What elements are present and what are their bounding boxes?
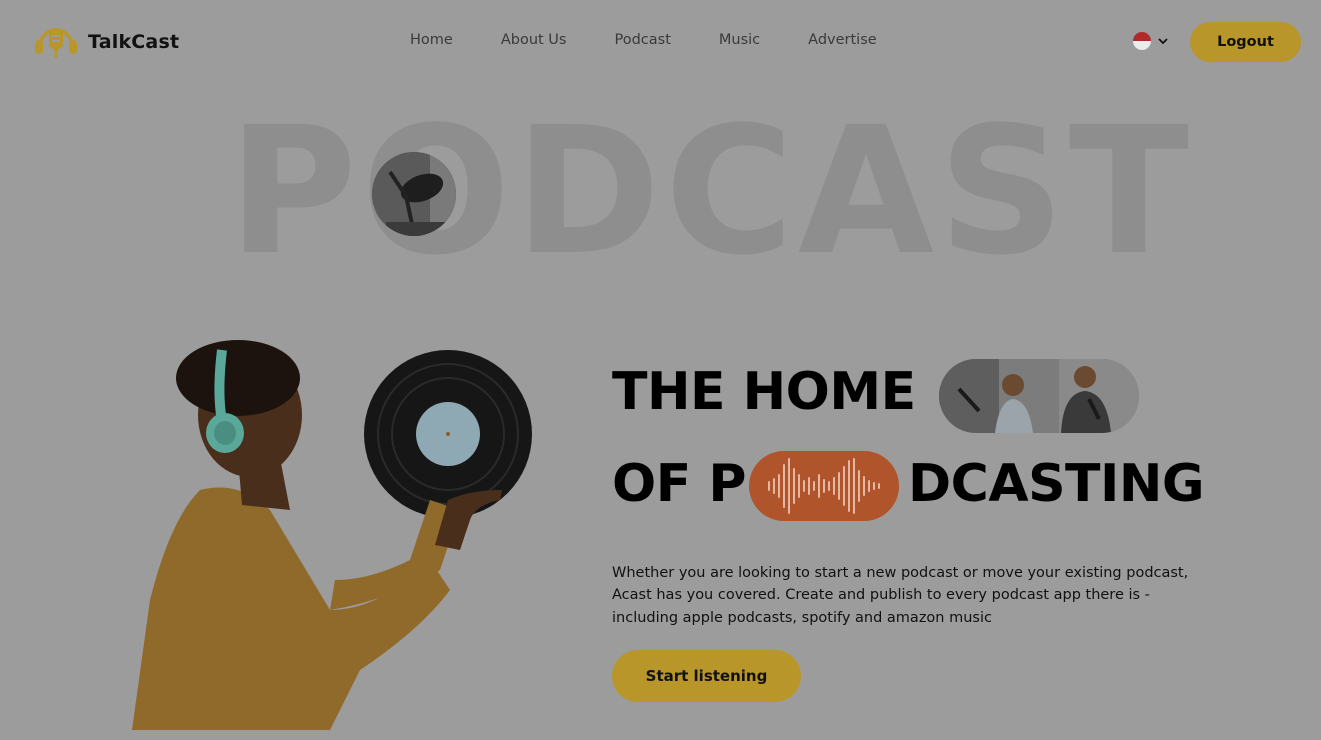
- brand-logo[interactable]: TalkCast: [34, 24, 179, 60]
- nav-about-us[interactable]: About Us: [501, 32, 567, 48]
- nav-podcast[interactable]: Podcast: [614, 32, 670, 48]
- nav-music[interactable]: Music: [719, 32, 760, 48]
- microphone-logo-icon: [35, 28, 77, 58]
- headline-line-2-end: DCASTING: [908, 454, 1205, 514]
- start-listening-button[interactable]: Start listening: [612, 650, 801, 702]
- nav-advertise[interactable]: Advertise: [808, 32, 877, 48]
- language-flag-icon: [1133, 32, 1151, 50]
- sound-wave-icon: [749, 451, 899, 521]
- studio-microphone-image: [372, 152, 456, 236]
- brand-name: TalkCast: [88, 31, 180, 53]
- language-selector[interactable]: [1133, 32, 1169, 50]
- nav-home[interactable]: Home: [410, 32, 453, 48]
- hero-description: Whether you are looking to start a new p…: [612, 564, 1189, 626]
- headline-line-1: THE HOME: [612, 362, 916, 422]
- headline-line-2-start: OF P: [612, 454, 746, 514]
- main-nav: Home About Us Podcast Music Advertise: [410, 32, 925, 48]
- man-with-vinyl-image: [132, 340, 532, 730]
- logout-button[interactable]: Logout: [1190, 22, 1301, 62]
- podcast-hosts-image: [939, 359, 1139, 433]
- chevron-down-icon: [1158, 38, 1168, 45]
